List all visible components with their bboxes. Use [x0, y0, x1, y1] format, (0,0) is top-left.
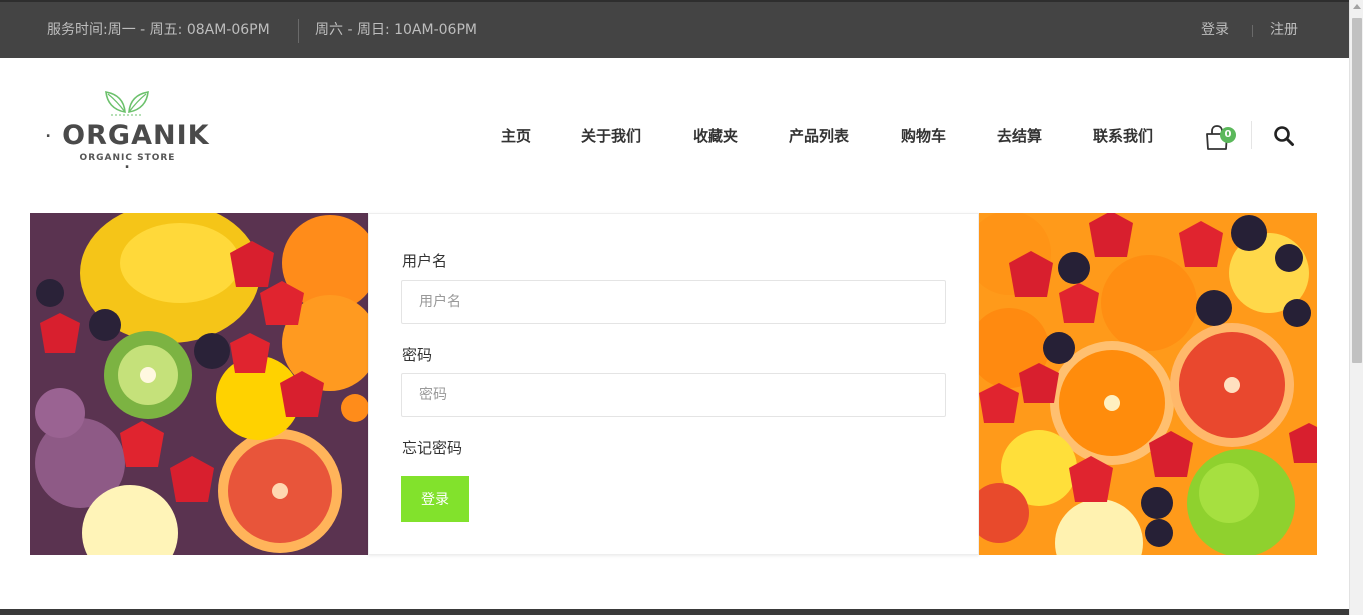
password-input[interactable]: [401, 373, 946, 417]
fruit-banner-right: [979, 213, 1317, 555]
auth-divider: [1252, 25, 1253, 37]
topbar-register-link[interactable]: 注册: [1270, 2, 1298, 58]
password-label: 密码: [402, 346, 433, 364]
login-submit-button[interactable]: 登录: [401, 476, 469, 522]
logo-brand-text: · ORGANIK ·: [45, 120, 210, 176]
topbar-login-link[interactable]: 登录: [1201, 2, 1229, 58]
forgot-password-link[interactable]: 忘记密码: [402, 437, 462, 458]
search-icon: [1274, 126, 1294, 146]
weekday-hours-text: 服务时间:周一 - 周五: 08AM-06PM: [47, 22, 270, 38]
nav-item-cart[interactable]: 购物车: [901, 120, 946, 152]
nav-item-contact[interactable]: 联系我们: [1093, 120, 1153, 152]
leaf-logo-icon: [105, 91, 149, 116]
footer-edge: [0, 609, 1349, 615]
scroll-up-arrow-icon[interactable]: [1353, 4, 1361, 9]
topbar-divider: [298, 19, 299, 43]
cart-button[interactable]: 0: [1204, 124, 1240, 152]
header-divider: [1251, 121, 1252, 149]
username-label: 用户名: [402, 252, 448, 270]
nav-item-home[interactable]: 主页: [501, 120, 531, 152]
cart-count-badge: 0: [1220, 127, 1236, 143]
nav-item-checkout[interactable]: 去结算: [997, 120, 1042, 152]
weekend-hours-text: 周六 - 周日: 10AM-06PM: [315, 22, 477, 38]
search-button[interactable]: [1273, 125, 1295, 147]
nav-item-products[interactable]: 产品列表: [789, 120, 849, 152]
nav-item-about[interactable]: 关于我们: [581, 120, 641, 152]
fruit-banner-left: [30, 213, 368, 555]
username-input[interactable]: [401, 280, 946, 324]
nav-item-favorites[interactable]: 收藏夹: [693, 120, 738, 152]
login-form-panel: 用户名 密码 忘记密码 登录: [368, 213, 979, 555]
page-scrollbar[interactable]: [1349, 0, 1363, 615]
top-info-bar: 服务时间:周一 - 周五: 08AM-06PM 周六 - 周日: 10AM-06…: [0, 0, 1349, 58]
site-logo[interactable]: · ORGANIK · ORGANIC STORE: [45, 88, 210, 176]
scrollbar-thumb[interactable]: [1352, 18, 1362, 363]
logo-tagline: ORGANIC STORE: [79, 153, 176, 163]
